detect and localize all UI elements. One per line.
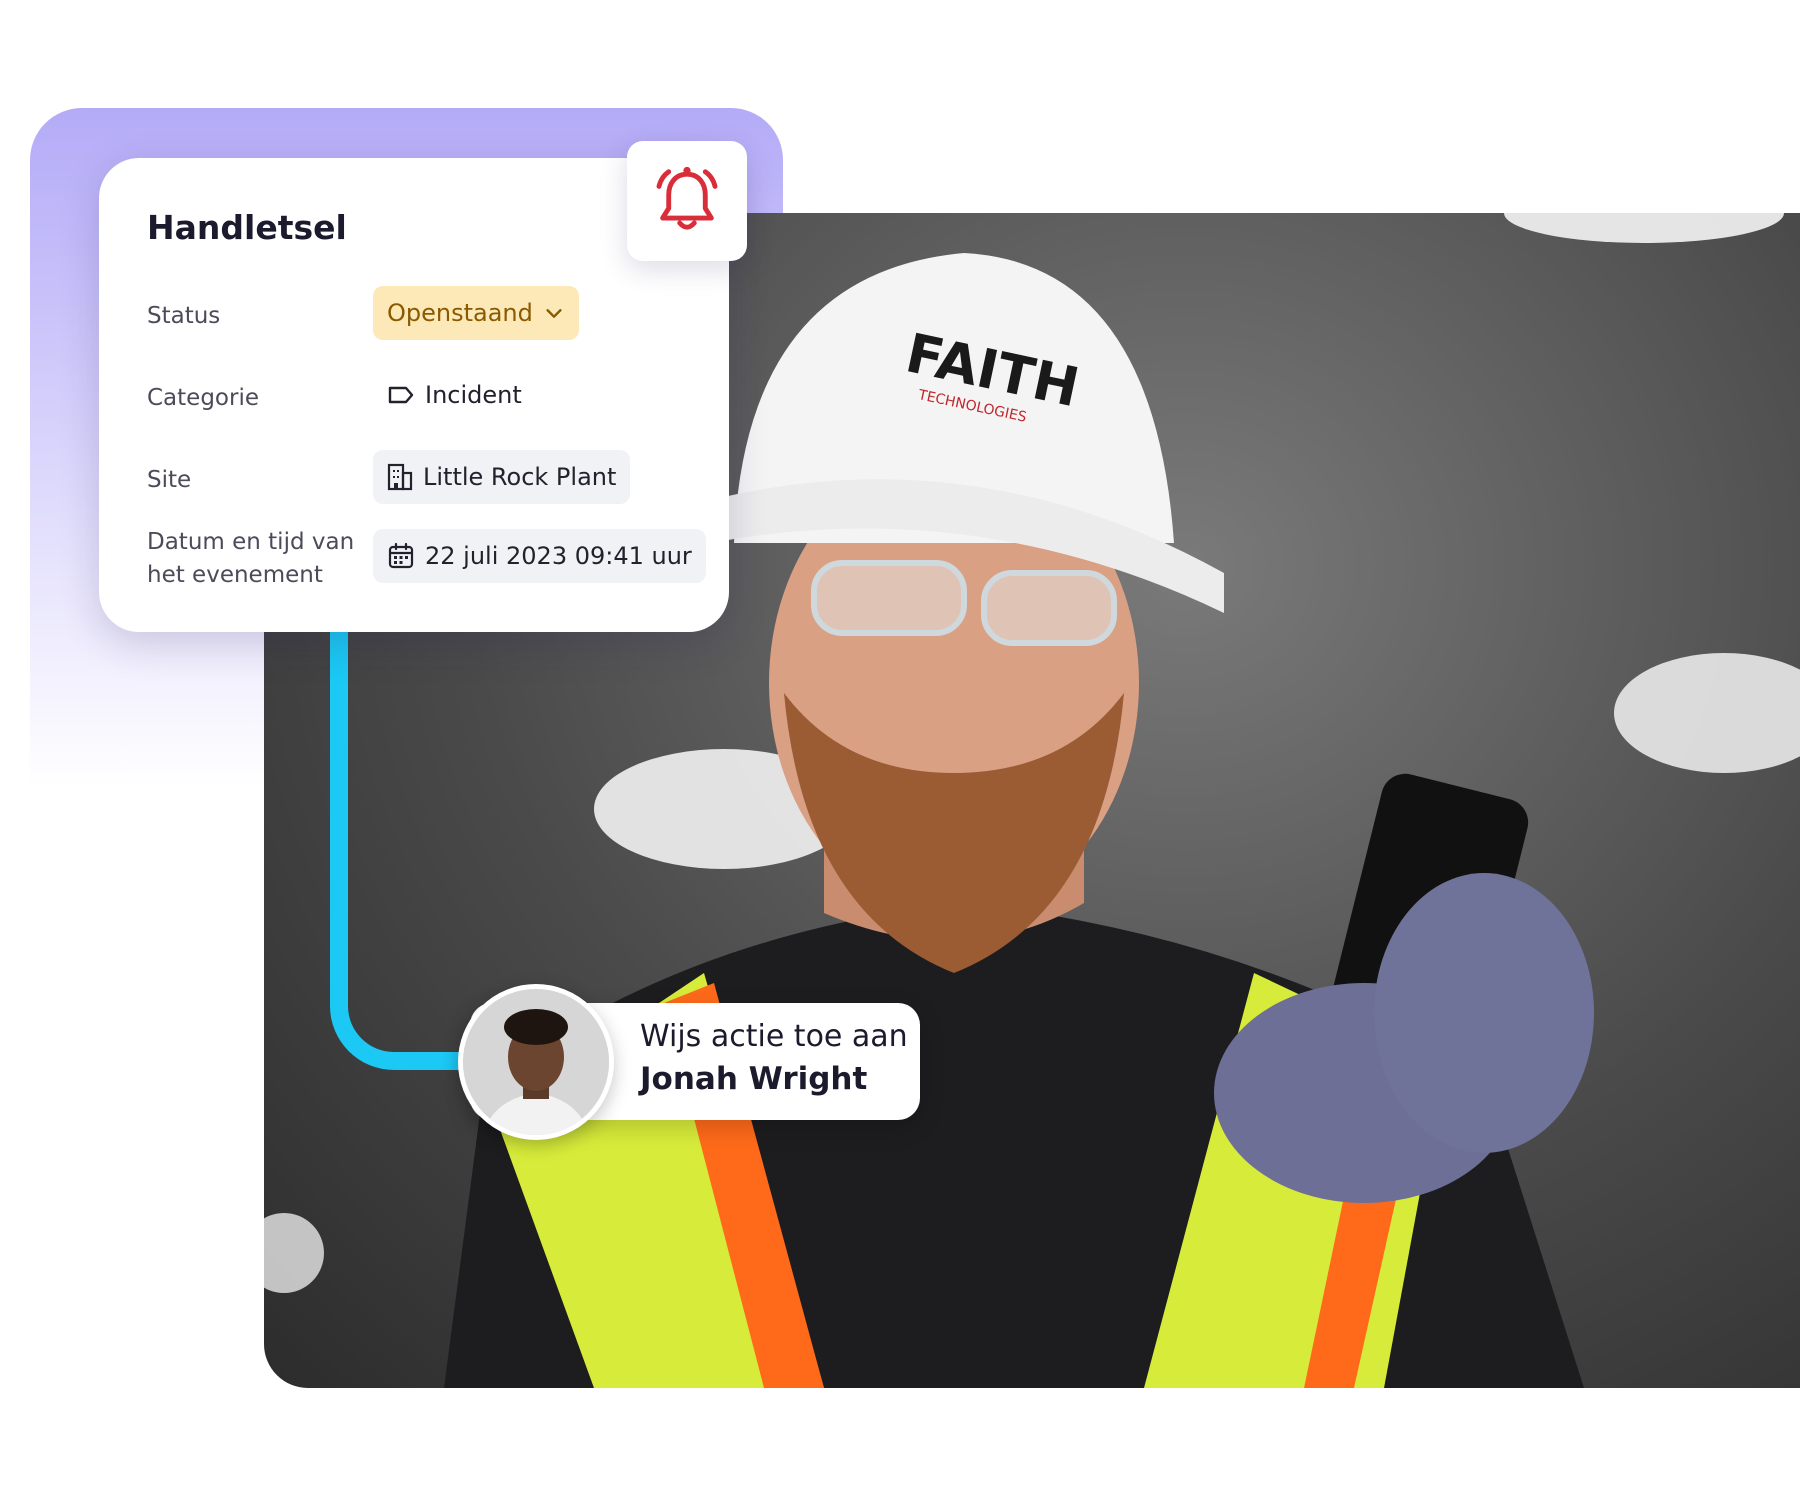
avatar[interactable] <box>458 984 614 1140</box>
status-dropdown[interactable]: Openstaand <box>373 286 579 340</box>
alert-badge[interactable] <box>627 141 747 261</box>
bell-icon <box>656 166 718 230</box>
assign-action-label: Wijs actie toe aan <box>640 1019 908 1054</box>
tag-icon <box>388 386 414 404</box>
datetime-value: 22 juli 2023 09:41 uur <box>425 542 692 570</box>
datetime-label: Datum en tijd van het evenement <box>147 526 354 592</box>
category-chip[interactable]: Incident <box>373 368 536 422</box>
status-value: Openstaand <box>387 299 533 327</box>
building-icon <box>387 463 413 491</box>
site-chip[interactable]: Little Rock Plant <box>373 450 631 504</box>
site-label: Site <box>147 467 192 493</box>
category-value: Incident <box>425 381 522 409</box>
status-label: Status <box>147 303 221 329</box>
category-label: Categorie <box>147 385 259 411</box>
datetime-label-line1: Datum en tijd van <box>147 529 355 555</box>
calendar-icon <box>388 542 414 569</box>
site-value: Little Rock Plant <box>423 463 617 491</box>
avatar-portrait <box>463 989 609 1135</box>
datetime-label-line2: het evenement <box>147 562 323 588</box>
assignee-name: Jonah Wright <box>640 1061 868 1097</box>
chevron-down-icon <box>546 309 562 318</box>
connector-line <box>330 620 470 1070</box>
datetime-chip[interactable]: 22 juli 2023 09:41 uur <box>373 529 706 583</box>
card-title: Handletsel <box>147 208 347 247</box>
